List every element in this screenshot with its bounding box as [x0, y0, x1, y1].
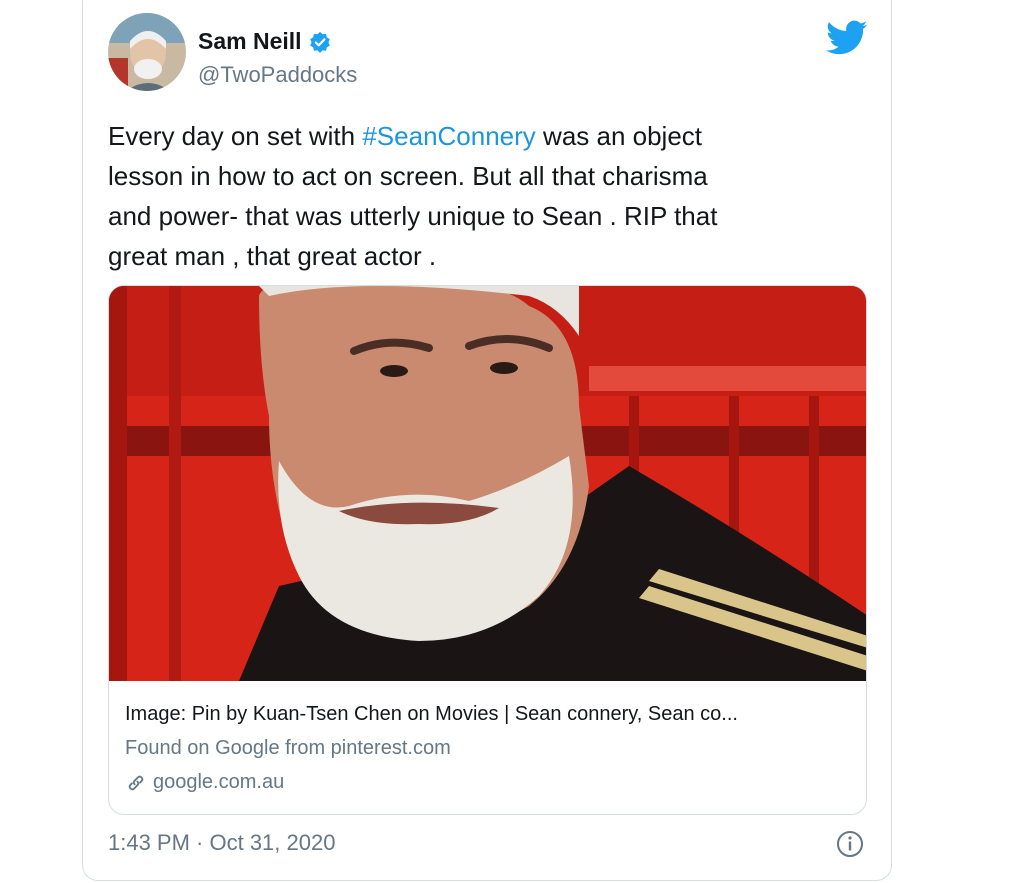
tweet-text-line: and power- that was utterly unique to Se… [108, 201, 718, 231]
author-name-text[interactable]: Sam Neill [198, 28, 302, 55]
tweet-timestamp[interactable]: 1:43 PM · Oct 31, 2020 [108, 830, 335, 856]
tweet-text-line: Every day on set with #SeanConnery was a… [108, 121, 703, 151]
author-handle[interactable]: @TwoPaddocks [198, 62, 357, 88]
twitter-bird-icon[interactable] [826, 20, 868, 56]
card-description: Found on Google from pinterest.com [125, 737, 451, 759]
verified-badge-icon [309, 31, 330, 53]
tweet-text-line: lesson in how to act on screen. But all … [108, 161, 708, 191]
tweet-text-line: great man , that great actor . [108, 241, 437, 271]
author-name[interactable]: Sam Neill [198, 28, 331, 55]
avatar[interactable] [108, 13, 186, 91]
link-icon [128, 775, 144, 790]
media-card[interactable] [108, 285, 867, 815]
card-title[interactable]: Image: Pin by Kuan-Tsen Chen on Movies |… [125, 703, 738, 726]
card-link-text[interactable]: google.com.au [153, 771, 284, 794]
info-icon[interactable] [835, 829, 865, 859]
card-link[interactable]: google.com.au [125, 771, 284, 794]
tweet-text: Every day on set with #SeanConnery was a… [108, 116, 868, 276]
hashtag-link[interactable]: #SeanConnery [362, 121, 535, 151]
media-image[interactable] [109, 286, 867, 681]
